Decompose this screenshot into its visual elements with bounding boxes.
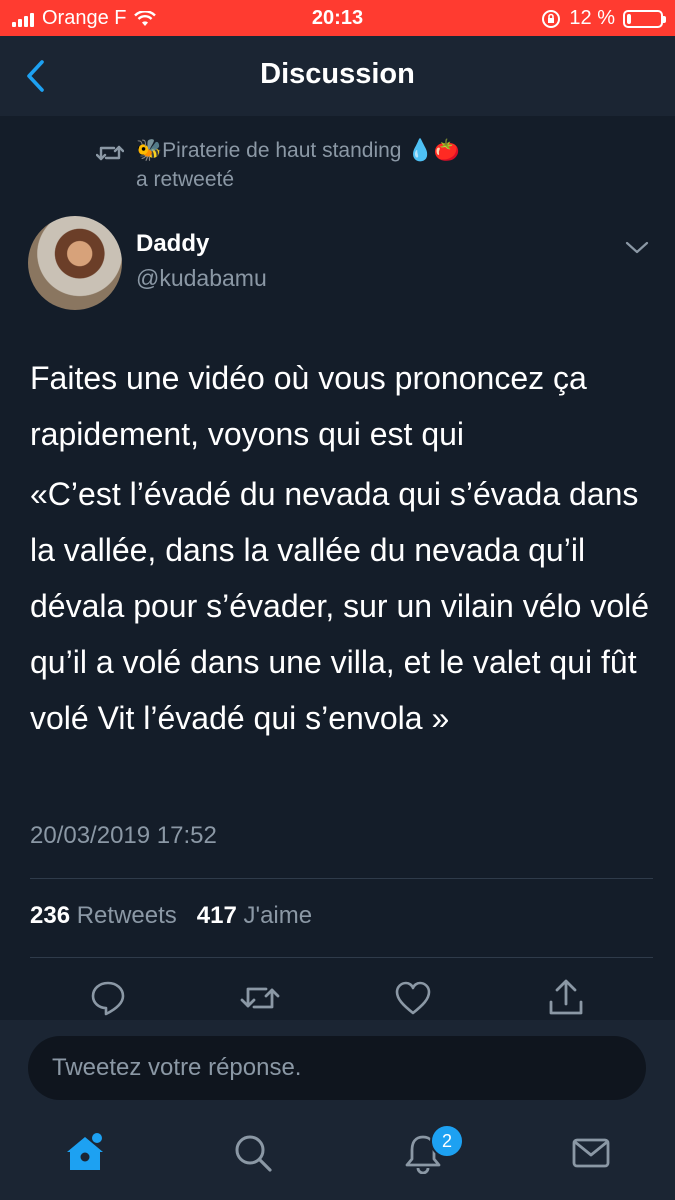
messages-envelope-icon[interactable]: [570, 1132, 612, 1174]
reply-icon[interactable]: [88, 978, 128, 1018]
reply-input[interactable]: [28, 1036, 646, 1100]
home-icon[interactable]: [64, 1132, 106, 1174]
likes-label: J'aime: [243, 902, 313, 929]
chevron-down-icon[interactable]: [624, 237, 650, 257]
avatar[interactable]: [28, 216, 122, 310]
tweet-timestamp: 20/03/2019 17:52: [30, 822, 217, 849]
like-count: 417: [196, 902, 237, 929]
retweet-icon: [96, 145, 124, 161]
battery-level-fill: [627, 13, 631, 24]
search-icon[interactable]: [232, 1132, 274, 1174]
battery-icon: [623, 9, 666, 28]
likes-stat[interactable]: 417 J'aime: [197, 902, 312, 929]
tweet-actions: [0, 978, 675, 1018]
divider: [30, 957, 653, 958]
share-icon[interactable]: [546, 978, 586, 1018]
reply-bar: [0, 1020, 675, 1116]
battery-percent: 12 %: [569, 7, 615, 29]
orientation-lock-icon: [542, 9, 561, 28]
navigation-bar: Discussion: [0, 36, 675, 116]
tweet-paragraph: «C’est l’évadé du nevada qui s’évada dan…: [30, 476, 650, 736]
page-title: Discussion: [260, 58, 415, 90]
retweet-icon[interactable]: [240, 978, 280, 1018]
tweet-stats: 236 Retweets 417 J'aime: [30, 902, 312, 930]
retweet-count: 236: [30, 902, 71, 929]
divider: [30, 878, 653, 879]
tweet-paragraph: Faites une vidéo où vous prononcez ça ra…: [30, 360, 587, 452]
notifications-badge: 2: [430, 1124, 464, 1158]
retweets-label: Retweets: [76, 902, 177, 929]
tab-bar: 2: [0, 1116, 675, 1200]
author-handle[interactable]: @kudabamu: [136, 265, 267, 292]
status-bar: Orange F 20:13 12 %: [0, 0, 675, 36]
author-name[interactable]: Daddy: [136, 230, 209, 258]
like-heart-icon[interactable]: [393, 978, 433, 1018]
retweeter-name[interactable]: 🐝Piraterie de haut standing 💧🍅: [136, 139, 460, 163]
status-right: 12 %: [541, 7, 666, 30]
retweets-stat[interactable]: 236 Retweets: [30, 902, 177, 929]
tweet-text: Faites une vidéo où vous prononcez ça ra…: [30, 350, 650, 746]
retweet-label: a retweeté: [136, 168, 235, 191]
